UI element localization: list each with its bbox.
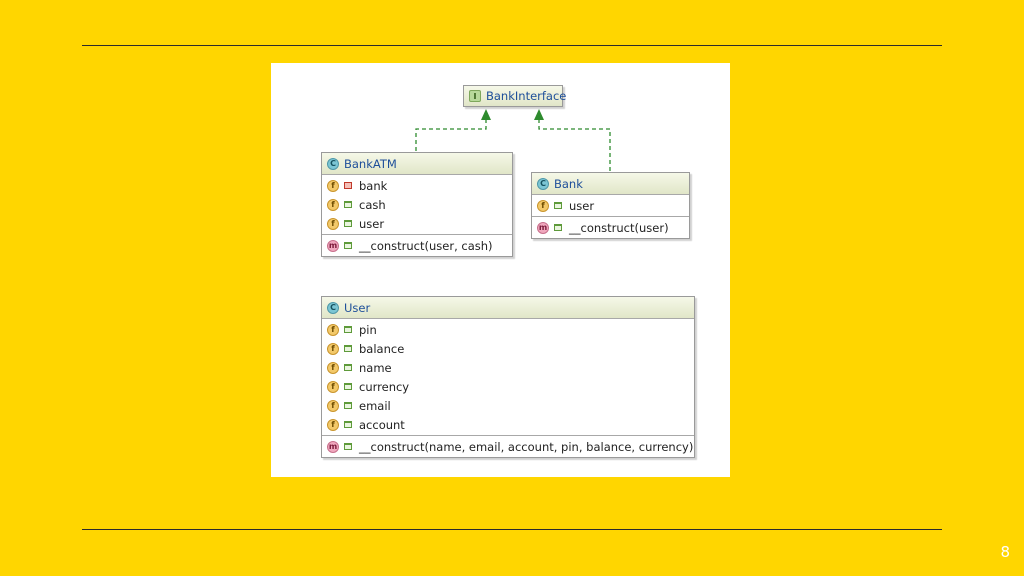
public-lock-icon [344,364,352,371]
top-divider [82,45,942,46]
field-icon: f [327,418,339,431]
private-lock-icon [344,182,352,189]
field-row[interactable]: f user [532,196,689,215]
field-name: user [569,198,595,213]
field-row[interactable]: f email [322,396,694,415]
field-icon: f [327,217,339,230]
class-bankatm[interactable]: C BankATM f bank f cash f user m __const… [321,152,513,257]
method-row[interactable]: m __construct(user, cash) [322,236,512,255]
bank-interface[interactable]: I BankInterface [463,85,567,107]
field-icon: f [327,399,339,412]
bank-arrowhead [534,109,544,120]
public-lock-icon [344,383,352,390]
bankatm-arrowhead [481,109,491,120]
class-icon: C [327,301,339,314]
field-name: cash [359,197,386,212]
public-lock-icon [554,202,562,209]
field-name: currency [359,379,410,394]
class-name: Bank [554,176,583,191]
class-name: BankATM [344,156,397,171]
method-icon: m [327,440,339,453]
field-name: balance [359,341,405,356]
field-icon: f [327,361,339,374]
public-lock-icon [344,345,352,352]
field-name: user [359,216,385,231]
bankatm-realization-line [415,119,487,151]
bottom-divider [82,529,942,530]
field-name: email [359,398,391,413]
field-row[interactable]: f bank [322,176,512,195]
class-header: C User [322,297,694,319]
method-icon: m [327,239,339,252]
bank-realization-line [538,119,611,171]
field-name: account [359,417,405,432]
interface-name: BankInterface [486,89,567,103]
public-lock-icon [344,443,352,450]
field-row[interactable]: f name [322,358,694,377]
interface-icon: I [469,90,481,102]
field-name: pin [359,322,377,337]
public-lock-icon [554,224,562,231]
class-icon: C [537,177,549,190]
class-user[interactable]: C User f pin f balance f name f currency… [321,296,695,458]
class-name: User [344,300,371,315]
method-name: __construct(user, cash) [359,238,493,253]
method-row[interactable]: m __construct(name, email, account, pin,… [322,437,694,456]
field-row[interactable]: f pin [322,320,694,339]
public-lock-icon [344,220,352,227]
uml-diagram: I BankInterface C BankATM f bank f cash … [271,63,730,477]
method-row[interactable]: m __construct(user) [532,218,689,237]
field-row[interactable]: f currency [322,377,694,396]
public-lock-icon [344,326,352,333]
field-icon: f [327,179,339,192]
field-name: name [359,360,392,375]
field-icon: f [537,199,549,212]
field-icon: f [327,342,339,355]
method-name: __construct(name, email, account, pin, b… [359,439,694,454]
class-header: C Bank [532,173,689,195]
field-row[interactable]: f user [322,214,512,233]
public-lock-icon [344,402,352,409]
field-row[interactable]: f cash [322,195,512,214]
class-bank[interactable]: C Bank f user m __construct(user) [531,172,690,239]
class-icon: C [327,157,339,170]
field-icon: f [327,323,339,336]
field-row[interactable]: f balance [322,339,694,358]
page-number: 8 [1000,543,1010,561]
field-icon: f [327,380,339,393]
method-icon: m [537,221,549,234]
method-name: __construct(user) [569,220,669,235]
field-row[interactable]: f account [322,415,694,434]
public-lock-icon [344,421,352,428]
class-header: C BankATM [322,153,512,175]
public-lock-icon [344,201,352,208]
field-name: bank [359,178,388,193]
field-icon: f [327,198,339,211]
public-lock-icon [344,242,352,249]
